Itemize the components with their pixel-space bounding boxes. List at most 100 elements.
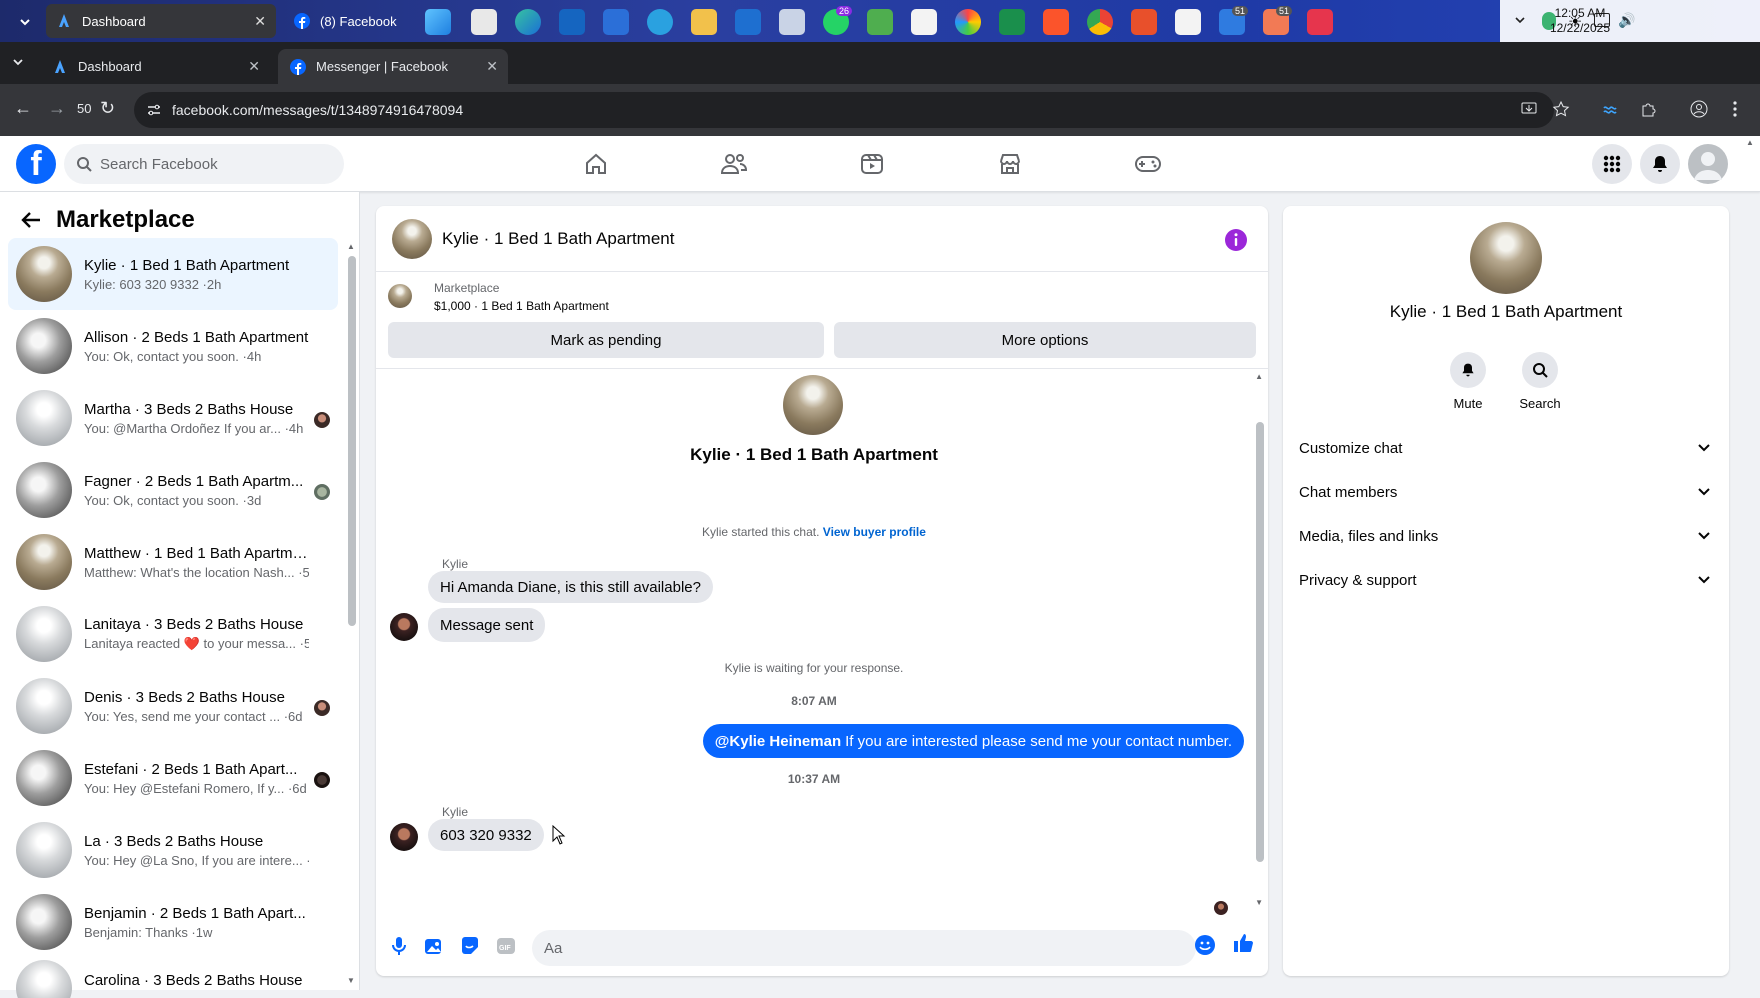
telegram-icon[interactable] xyxy=(642,4,678,40)
photo-icon[interactable] xyxy=(424,936,444,956)
scroll-up-icon[interactable]: ▲ xyxy=(1255,372,1263,381)
outgoing-message[interactable]: @Kylie Heineman If you are interested ple… xyxy=(702,724,1244,758)
extension-icon[interactable]: 51 xyxy=(1214,4,1250,40)
nav-friends[interactable] xyxy=(678,146,790,182)
conversation-item[interactable]: Matthew · 1 Bed 1 Bath Apartment Matthew:… xyxy=(8,526,338,598)
chat-avatar[interactable] xyxy=(392,218,432,259)
incoming-message[interactable]: Message sent xyxy=(428,608,546,642)
conversation-item[interactable]: Lanitaya · 3 Beds 2 Baths House Lanitaya … xyxy=(8,598,338,670)
search-icon[interactable] xyxy=(466,4,502,40)
windows-start-icon[interactable] xyxy=(420,4,456,40)
sender-avatar[interactable] xyxy=(390,823,418,851)
scroll-down-icon[interactable]: ▼ xyxy=(1255,898,1263,907)
taskbar-tab-facebook[interactable]: (8) Facebook xyxy=(284,4,414,38)
nav-home[interactable] xyxy=(540,146,652,182)
forward-icon[interactable]: → xyxy=(48,98,66,119)
browser-tab-messenger[interactable]: Messenger | Facebook ✕ xyxy=(278,49,508,84)
conversation-item[interactable]: Allison · 2 Beds 1 Bath Apartment You: Ok… xyxy=(8,310,338,382)
outlook-icon[interactable] xyxy=(554,4,590,40)
color-app-icon[interactable] xyxy=(950,4,986,40)
listing-thumbnail[interactable] xyxy=(388,284,412,308)
taskbar-tab-dashboard[interactable]: Dashboard ✕ xyxy=(46,4,276,38)
bookmark-star-icon[interactable] xyxy=(1552,100,1570,118)
brave-icon[interactable] xyxy=(1038,4,1074,40)
install-icon[interactable] xyxy=(1520,100,1538,118)
thumbs-up-icon[interactable] xyxy=(1232,932,1254,954)
extensions-puzzle-icon[interactable] xyxy=(1640,100,1658,118)
account-avatar[interactable] xyxy=(1688,144,1728,184)
back-arrow-icon[interactable] xyxy=(20,209,42,231)
browser-menu-icon[interactable] xyxy=(1732,100,1738,118)
listing-detail[interactable]: $1,000 · 1 Bed 1 Bath Apartment xyxy=(434,299,609,313)
store-icon[interactable] xyxy=(598,4,634,40)
notifications-button[interactable] xyxy=(1640,144,1680,184)
volume-icon[interactable]: 🔊 xyxy=(1618,12,1635,29)
taskbar-tab-dropdown[interactable] xyxy=(8,4,42,40)
incoming-message[interactable]: 603 320 9332 xyxy=(428,819,544,851)
incoming-message[interactable]: Hi Amanda Diane, is this still available… xyxy=(428,571,713,603)
nav-video[interactable] xyxy=(816,146,928,182)
network-tool-icon[interactable] xyxy=(774,4,810,40)
close-icon[interactable]: ✕ xyxy=(486,58,498,75)
extension-wave-icon[interactable] xyxy=(1602,100,1620,118)
address-bar[interactable]: facebook.com/messages/t/1348974916478094 xyxy=(134,92,1554,128)
info-icon[interactable] xyxy=(1224,228,1248,252)
sticker-icon[interactable] xyxy=(460,936,480,956)
scroll-down-icon[interactable]: ▼ xyxy=(347,976,355,985)
mention[interactable]: @Kylie Heineman xyxy=(715,733,841,750)
tray-chevron-icon[interactable] xyxy=(1514,14,1526,26)
conversation-item[interactable]: Estefani · 2 Beds 1 Bath Apart... You: He… xyxy=(8,742,338,814)
section-chat-members[interactable]: Chat members xyxy=(1299,470,1715,514)
search-in-chat-button[interactable]: Search xyxy=(1510,352,1570,411)
conversation-item[interactable]: Denis · 3 Beds 2 Baths House You: Yes, se… xyxy=(8,670,338,742)
mute-button[interactable]: Mute xyxy=(1438,352,1498,411)
view-buyer-profile-link[interactable]: View buyer profile xyxy=(823,525,926,539)
close-icon[interactable]: ✕ xyxy=(254,13,266,30)
zoom-indicator[interactable]: 50 xyxy=(77,101,91,116)
site-info-icon[interactable] xyxy=(146,102,162,118)
section-media-files-links[interactable]: Media, files and links xyxy=(1299,514,1715,558)
nav-gaming[interactable] xyxy=(1092,146,1204,182)
notepad-icon[interactable] xyxy=(730,4,766,40)
chat-title[interactable]: Kylie · 1 Bed 1 Bath Apartment xyxy=(442,229,674,249)
conversation-item[interactable]: Fagner · 2 Beds 1 Bath Apartm... You: Ok,… xyxy=(8,454,338,526)
reload-icon[interactable]: ↻ xyxy=(100,98,115,119)
chrome-icon[interactable] xyxy=(1082,4,1118,40)
system-clock[interactable]: 12:05 AM 12/22/2025 xyxy=(1550,6,1610,36)
gif-icon[interactable]: GIF xyxy=(496,936,516,956)
extension-3-icon[interactable] xyxy=(1302,4,1338,40)
brave-alt-icon[interactable] xyxy=(1126,4,1162,40)
emoji-icon[interactable] xyxy=(1194,934,1216,956)
chat-scrollbar[interactable] xyxy=(1256,422,1264,862)
infinity-app-icon[interactable] xyxy=(994,4,1030,40)
conversation-item[interactable]: Kylie · 1 Bed 1 Bath Apartment Kylie: 603… xyxy=(8,238,338,310)
profile-icon[interactable] xyxy=(1690,100,1708,118)
more-options-button[interactable]: More options xyxy=(834,322,1256,358)
conversation-item[interactable]: La · 3 Beds 2 Baths House You: Hey @La Sn… xyxy=(8,814,338,886)
sender-avatar[interactable] xyxy=(390,613,418,641)
section-customize-chat[interactable]: Customize chat xyxy=(1299,426,1715,470)
file-explorer-icon[interactable] xyxy=(686,4,722,40)
edge-icon[interactable] xyxy=(510,4,546,40)
conversation-item[interactable]: Martha · 3 Beds 2 Baths House You: @Marth… xyxy=(8,382,338,454)
facebook-search-input[interactable]: Search Facebook xyxy=(64,144,344,184)
menu-grid-button[interactable] xyxy=(1592,144,1632,184)
page-scroll-up-icon[interactable]: ▲ xyxy=(1746,138,1754,147)
tab-search-icon[interactable] xyxy=(10,54,26,70)
details-avatar[interactable] xyxy=(1470,222,1542,294)
back-icon[interactable]: ← xyxy=(14,98,32,119)
mark-as-pending-button[interactable]: Mark as pending xyxy=(388,322,824,358)
sidebar-scrollbar[interactable] xyxy=(348,256,356,626)
microphone-icon[interactable] xyxy=(390,936,408,956)
vpn-icon[interactable] xyxy=(862,4,898,40)
scroll-up-icon[interactable]: ▲ xyxy=(347,242,355,251)
message-input[interactable]: Aa xyxy=(532,930,1196,966)
extension-2-icon[interactable]: 51 xyxy=(1258,4,1294,40)
close-icon[interactable]: ✕ xyxy=(248,58,260,75)
sail-app-2-icon[interactable] xyxy=(1170,4,1206,40)
facebook-logo-icon[interactable]: f xyxy=(16,144,56,184)
sail-app-icon[interactable] xyxy=(906,4,942,40)
nav-marketplace[interactable] xyxy=(954,146,1066,182)
section-privacy-support[interactable]: Privacy & support xyxy=(1299,558,1715,602)
conversation-item[interactable]: Carolina · 3 Beds 2 Baths House xyxy=(8,958,338,998)
